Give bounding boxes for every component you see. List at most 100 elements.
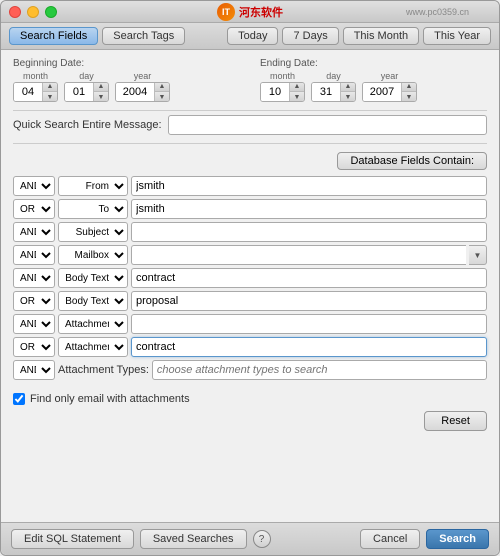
begin-day-label: day xyxy=(79,71,94,81)
quick-search-input[interactable] xyxy=(168,115,487,135)
attachment-types-row: AND Attachment Types: xyxy=(13,360,487,380)
help-button[interactable]: ? xyxy=(253,530,271,548)
end-day-stepper: ▲ ▼ xyxy=(311,82,356,102)
search-button[interactable]: Search xyxy=(426,529,489,549)
search-row: ANDORBody Text xyxy=(13,291,487,311)
search-field-input[interactable] xyxy=(131,176,487,196)
begin-month-stepper: ▲ ▼ xyxy=(13,82,58,102)
content-area: Beginning Date: month ▲ ▼ day xyxy=(1,50,499,522)
logic-select[interactable]: ANDOR xyxy=(13,314,55,334)
field-select[interactable]: Body Text xyxy=(58,268,128,288)
begin-day-arrows: ▲ ▼ xyxy=(93,82,108,102)
logo-text: 河东软件 xyxy=(239,4,283,20)
footer-right: Cancel Search xyxy=(360,529,489,549)
field-select[interactable]: Subject xyxy=(58,222,128,242)
search-field-input[interactable] xyxy=(131,314,487,334)
close-button[interactable] xyxy=(9,6,21,18)
seven-days-button[interactable]: 7 Days xyxy=(282,27,338,45)
field-select[interactable]: From xyxy=(58,176,128,196)
this-month-button[interactable]: This Month xyxy=(343,27,419,45)
begin-year-wrap: year ▲ ▼ xyxy=(115,71,170,102)
attachments-checkbox[interactable] xyxy=(13,393,25,405)
logic-select[interactable]: ANDOR xyxy=(13,222,55,242)
begin-month-wrap: month ▲ ▼ xyxy=(13,71,58,102)
logic-select[interactable]: ANDOR xyxy=(13,176,55,196)
dropdown-arrow-icon[interactable]: ▼ xyxy=(469,245,487,265)
end-year-down[interactable]: ▼ xyxy=(402,92,416,102)
end-month-input[interactable] xyxy=(261,83,289,101)
search-tags-button[interactable]: Search Tags xyxy=(102,27,185,45)
ending-date-fields: month ▲ ▼ day xyxy=(260,71,487,102)
end-year-up[interactable]: ▲ xyxy=(402,82,416,92)
field-select[interactable]: Body Text xyxy=(58,291,128,311)
begin-day-down[interactable]: ▼ xyxy=(94,92,108,102)
beginning-date-label: Beginning Date: xyxy=(13,58,240,69)
saved-searches-button[interactable]: Saved Searches xyxy=(140,529,247,549)
begin-year-input[interactable] xyxy=(116,83,154,101)
begin-month-arrows: ▲ ▼ xyxy=(42,82,57,102)
attachment-types-label: Attachment Types: xyxy=(58,364,149,376)
search-field-input[interactable] xyxy=(131,199,487,219)
begin-day-input[interactable] xyxy=(65,83,93,101)
db-fields-section: Database Fields Contain: xyxy=(13,152,487,170)
begin-month-down[interactable]: ▼ xyxy=(43,92,57,102)
field-select[interactable]: To xyxy=(58,199,128,219)
begin-month-up[interactable]: ▲ xyxy=(43,82,57,92)
field-select[interactable]: Attachment Contents xyxy=(58,337,128,357)
beginning-date-group: Beginning Date: month ▲ ▼ day xyxy=(13,58,240,102)
end-month-wrap: month ▲ ▼ xyxy=(260,71,305,102)
attachment-types-input[interactable] xyxy=(152,360,487,380)
attachments-checkbox-row: Find only email with attachments xyxy=(13,393,487,405)
search-fields-button[interactable]: Search Fields xyxy=(9,27,98,45)
logic-select[interactable]: ANDOR xyxy=(13,337,55,357)
reset-button[interactable]: Reset xyxy=(424,411,487,431)
logic-select[interactable]: ANDOR xyxy=(13,268,55,288)
field-select[interactable]: Attachment Name xyxy=(58,314,128,334)
search-rows-container: ANDORFromANDORToANDORSubjectANDORMailbox… xyxy=(13,176,487,357)
watermark-text: www.pc0359.cn xyxy=(406,7,469,17)
end-month-down[interactable]: ▼ xyxy=(290,92,304,102)
db-fields-button[interactable]: Database Fields Contain: xyxy=(337,152,487,170)
begin-year-up[interactable]: ▲ xyxy=(155,82,169,92)
begin-day-up[interactable]: ▲ xyxy=(94,82,108,92)
logic-select[interactable]: ANDOR xyxy=(13,291,55,311)
end-month-stepper: ▲ ▼ xyxy=(260,82,305,102)
minimize-button[interactable] xyxy=(27,6,39,18)
search-row: ANDORAttachment Contents xyxy=(13,337,487,357)
beginning-date-fields: month ▲ ▼ day xyxy=(13,71,240,102)
begin-month-input[interactable] xyxy=(14,83,42,101)
search-field-input[interactable] xyxy=(131,291,487,311)
begin-year-arrows: ▲ ▼ xyxy=(154,82,169,102)
end-day-wrap: day ▲ ▼ xyxy=(311,71,356,102)
maximize-button[interactable] xyxy=(45,6,57,18)
window-controls xyxy=(9,6,57,18)
search-field-input[interactable] xyxy=(131,245,466,265)
end-year-input[interactable] xyxy=(363,83,401,101)
end-day-up[interactable]: ▲ xyxy=(341,82,355,92)
this-year-button[interactable]: This Year xyxy=(423,27,491,45)
logic-select[interactable]: ANDOR xyxy=(13,245,55,265)
field-select[interactable]: Mailbox xyxy=(58,245,128,265)
begin-year-down[interactable]: ▼ xyxy=(155,92,169,102)
titlebar-logo: IT 河东软件 xyxy=(217,3,283,21)
ending-date-group: Ending Date: month ▲ ▼ day xyxy=(260,58,487,102)
edit-sql-button[interactable]: Edit SQL Statement xyxy=(11,529,134,549)
reset-row: Reset xyxy=(13,411,487,431)
titlebar: IT 河东软件 www.pc0359.cn xyxy=(1,1,499,23)
search-field-input[interactable] xyxy=(131,337,487,357)
search-field-input[interactable] xyxy=(131,268,487,288)
logic-select[interactable]: ANDOR xyxy=(13,199,55,219)
toolbar: Search Fields Search Tags Today 7 Days T… xyxy=(1,23,499,50)
begin-year-stepper: ▲ ▼ xyxy=(115,82,170,102)
attachment-types-logic-select[interactable]: AND xyxy=(13,360,55,380)
search-field-input[interactable] xyxy=(131,222,487,242)
search-row: ANDORFrom xyxy=(13,176,487,196)
logo-icon: IT xyxy=(217,3,235,21)
end-day-input[interactable] xyxy=(312,83,340,101)
begin-month-label: month xyxy=(23,71,48,81)
search-row: ANDORAttachment Name xyxy=(13,314,487,334)
today-button[interactable]: Today xyxy=(227,27,278,45)
end-month-up[interactable]: ▲ xyxy=(290,82,304,92)
cancel-button[interactable]: Cancel xyxy=(360,529,420,549)
end-day-down[interactable]: ▼ xyxy=(341,92,355,102)
